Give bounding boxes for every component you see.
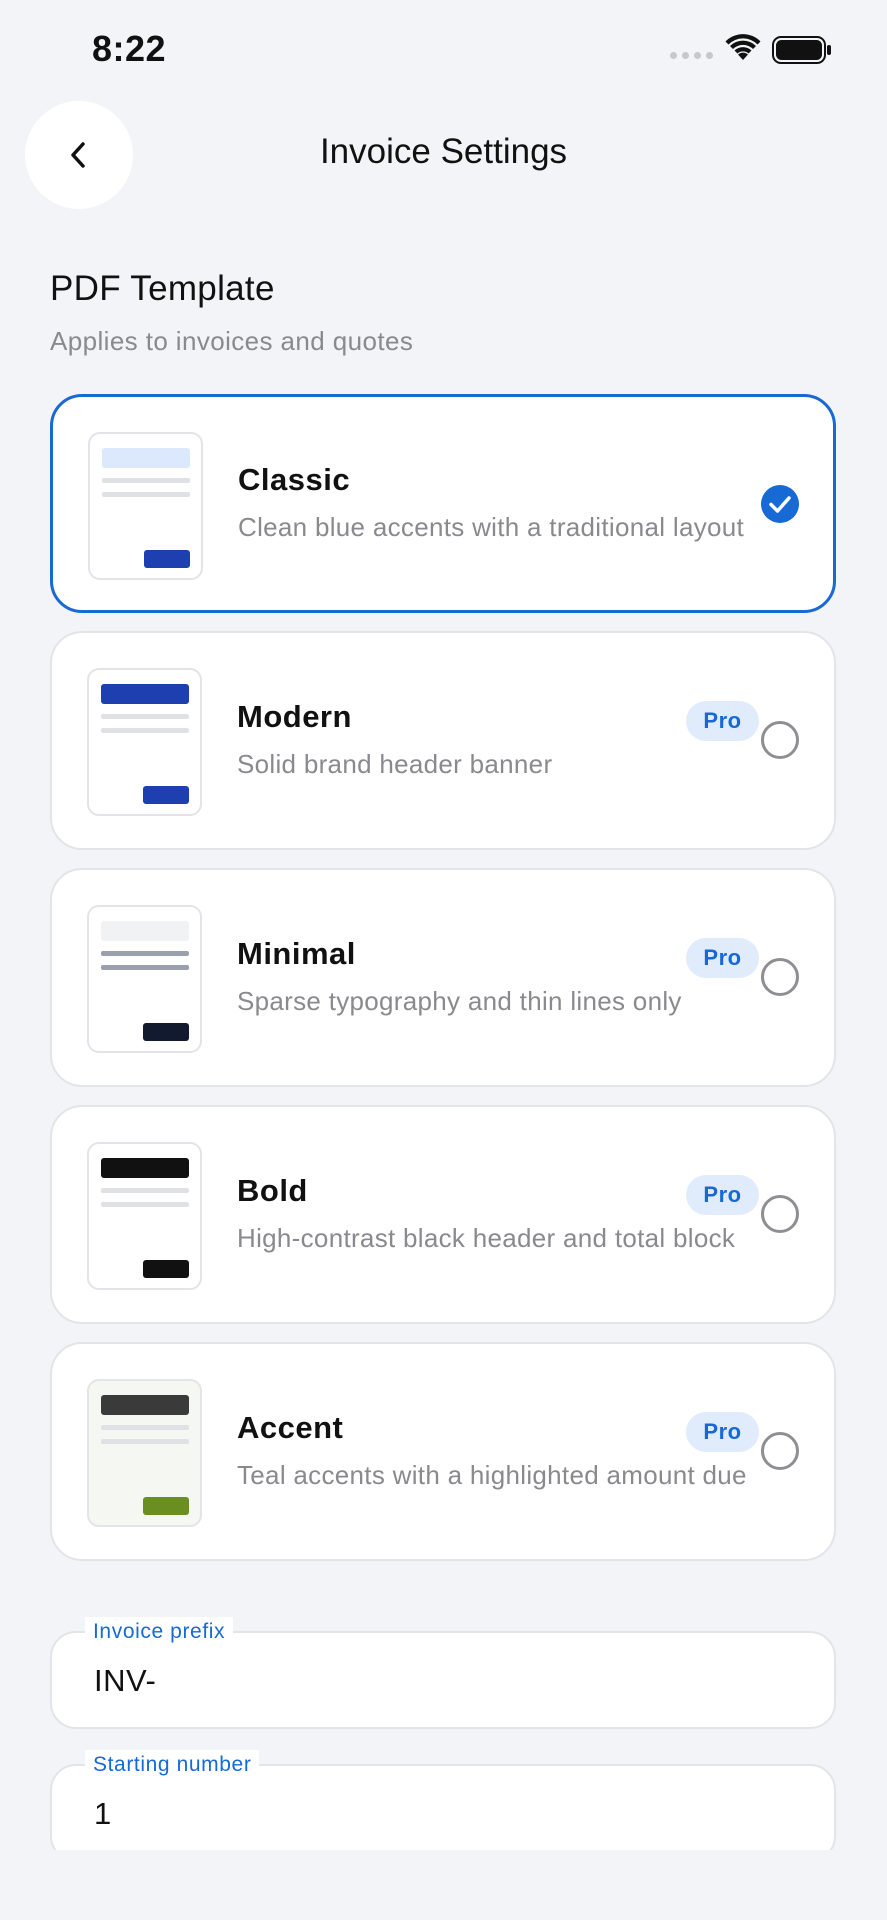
field-label: Invoice prefix [85,1617,234,1647]
template-description: Clean blue accents with a traditional la… [238,512,745,542]
battery-icon [772,36,831,64]
checkmark-circle-icon [761,485,799,523]
template-description: Sparse typography and thin lines only [237,986,682,1016]
cellular-signal-icon [670,52,713,59]
template-thumbnail [87,1142,202,1290]
template-description: Solid brand header banner [237,749,553,779]
invoice-prefix-field[interactable]: Invoice prefix INV- [50,1617,836,1729]
pro-badge: Pro [686,1175,759,1215]
template-name: Classic [238,462,351,497]
status-time: 8:22 [92,28,167,69]
template-card-accent[interactable]: Accent Teal accents with a highlighted a… [50,1342,836,1561]
wifi-icon [725,34,761,60]
template-thumbnail [87,1379,202,1527]
template-description: Teal accents with a highlighted amount d… [237,1460,747,1490]
page-title: Invoice Settings [319,132,568,171]
field-label: Starting number [85,1750,260,1780]
bottom-fade [0,1850,887,1920]
radio-button[interactable] [761,1432,799,1470]
radio-button[interactable] [761,1195,799,1233]
radio-button[interactable] [761,958,799,996]
starting-number-input[interactable]: 1 [94,1796,112,1832]
template-name: Bold [237,1173,308,1208]
template-thumbnail [87,668,202,816]
pro-badge: Pro [686,701,759,741]
radio-button[interactable] [761,721,799,759]
section-subtitle: Applies to invoices and quotes [50,326,414,356]
template-card-modern[interactable]: Modern Solid brand header banner Pro [50,631,836,850]
template-name: Accent [237,1410,344,1445]
template-card-bold[interactable]: Bold High-contrast black header and tota… [50,1105,836,1324]
invoice-prefix-input[interactable]: INV- [94,1663,156,1699]
starting-number-field[interactable]: Starting number 1 [50,1750,836,1862]
template-thumbnail [88,432,203,580]
section-title: PDF Template [50,269,275,308]
template-card-minimal[interactable]: Minimal Sparse typography and thin lines… [50,868,836,1087]
pro-badge: Pro [686,1412,759,1452]
pro-badge: Pro [686,938,759,978]
template-description: High-contrast black header and total blo… [237,1223,736,1253]
status-bar: 8:22 [0,0,887,100]
template-thumbnail [87,905,202,1053]
template-name: Modern [237,699,352,734]
template-name: Minimal [237,936,356,971]
template-card-classic[interactable]: Classic Clean blue accents with a tradit… [50,394,836,613]
template-list: Classic Clean blue accents with a tradit… [50,394,836,1579]
